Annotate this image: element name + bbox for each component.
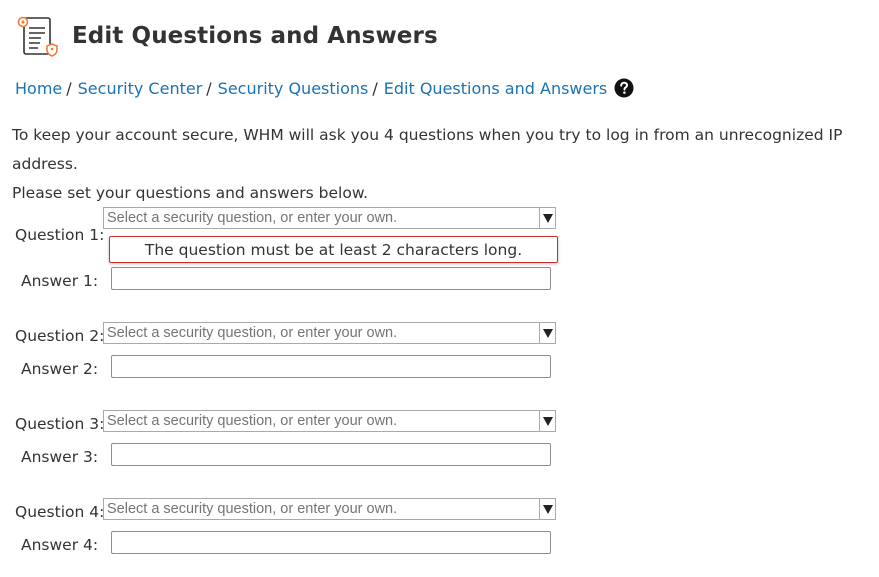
question-1-input[interactable] (104, 208, 539, 228)
answer-label: Answer 3: (21, 448, 99, 466)
breadcrumb-separator: / (372, 78, 378, 98)
intro-line-1: To keep your account secure, WHM will as… (12, 126, 843, 173)
question-circle-icon[interactable] (614, 78, 634, 98)
breadcrumb-edit-questions[interactable]: Edit Questions and Answers (384, 79, 608, 98)
breadcrumb-separator: / (206, 78, 212, 98)
question-1-combobox[interactable] (103, 207, 556, 229)
breadcrumb-security-questions[interactable]: Security Questions (218, 79, 369, 98)
breadcrumb-security-center[interactable]: Security Center (78, 79, 203, 98)
question-3-combobox[interactable] (103, 410, 556, 432)
breadcrumb-separator: / (66, 78, 72, 98)
chevron-down-icon[interactable] (539, 411, 555, 431)
question-label: Question 4: (15, 503, 105, 521)
intro-text: To keep your account secure, WHM will as… (12, 121, 872, 208)
chevron-down-icon[interactable] (539, 208, 555, 228)
question-4-input[interactable] (104, 499, 539, 519)
answer-1-input[interactable] (111, 267, 551, 290)
answer-label: Answer 4: (21, 536, 99, 554)
answer-label: Answer 2: (21, 360, 99, 378)
breadcrumb-home[interactable]: Home (15, 79, 62, 98)
intro-line-2: Please set your questions and answers be… (12, 184, 369, 202)
question-label: Question 1: (15, 226, 105, 244)
question-1-error-tooltip: The question must be at least 2 characte… (109, 236, 558, 263)
security-questions-document-icon (16, 14, 60, 58)
breadcrumb: Home / Security Center / Security Questi… (15, 78, 634, 98)
question-3-input[interactable] (104, 411, 539, 431)
question-label: Question 3: (15, 415, 105, 433)
page-title: Edit Questions and Answers (72, 23, 438, 49)
question-4-combobox[interactable] (103, 498, 556, 520)
answer-4-input[interactable] (111, 531, 551, 554)
answer-label: Answer 1: (21, 272, 99, 290)
chevron-down-icon[interactable] (539, 323, 555, 343)
answer-3-input[interactable] (111, 443, 551, 466)
question-2-input[interactable] (104, 323, 539, 343)
question-2-combobox[interactable] (103, 322, 556, 344)
answer-2-input[interactable] (111, 355, 551, 378)
chevron-down-icon[interactable] (539, 499, 555, 519)
page: Edit Questions and Answers Home / Securi… (0, 0, 879, 577)
page-header: Edit Questions and Answers (16, 12, 438, 60)
question-label: Question 2: (15, 327, 105, 345)
